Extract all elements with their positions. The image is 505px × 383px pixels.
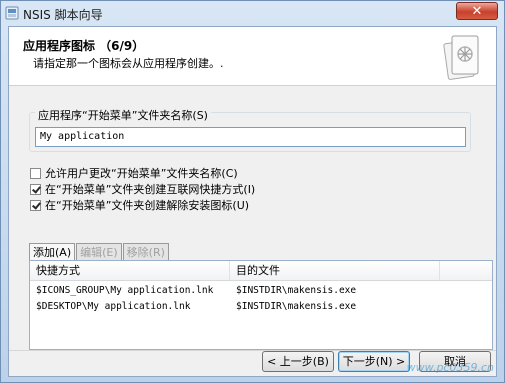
checkbox-label: 在“开始菜单”文件夹创建互联网快捷方式(I)	[45, 183, 256, 196]
allow-change-folder-checkbox[interactable]: 允许用户更改“开始菜单”文件夹名称(C)	[30, 166, 238, 180]
shortcut-tabs: 添加(A) 编辑(E) 移除(R)	[29, 243, 170, 261]
checkbox-box[interactable]	[30, 199, 41, 211]
list-item[interactable]: $DESKTOP\My application.lnk $INSTDIR\mak…	[30, 299, 492, 314]
add-button[interactable]: 添加(A)	[29, 243, 76, 260]
list-item[interactable]: $ICONS_GROUP\My application.lnk $INSTDIR…	[30, 283, 492, 298]
column-header-shortcut[interactable]: 快捷方式	[30, 261, 230, 280]
nsis-app-icon	[5, 6, 19, 20]
list-header: 快捷方式 目的文件	[30, 261, 492, 281]
checkbox-box[interactable]	[30, 183, 41, 195]
edit-button[interactable]: 编辑(E)	[76, 243, 122, 260]
create-internet-shortcut-checkbox[interactable]: 在“开始菜单”文件夹创建互联网快捷方式(I)	[30, 182, 255, 196]
wizard-client: 应用程序图标 （6/9） 请指定那一个图标会从应用程序创建。. 应用程序“开始菜…	[8, 26, 497, 377]
watermark-text: www.pc0359.cn	[406, 361, 494, 374]
title-bar: NSIS 脚本向导 ✕	[1, 1, 504, 25]
page-header: 应用程序图标 （6/9） 请指定那一个图标会从应用程序创建。.	[9, 27, 496, 86]
shortcut-cell: $ICONS_GROUP\My application.lnk	[36, 285, 214, 296]
checkbox-label: 在“开始菜单”文件夹创建解除安装图标(U)	[45, 199, 250, 212]
page-body: 应用程序“开始菜单”文件夹名称(S) My application 允许用户更改…	[9, 86, 496, 376]
back-button[interactable]: < 上一步(B)	[262, 351, 334, 372]
window-title: NSIS 脚本向导	[23, 8, 103, 22]
start-menu-folder-label: 应用程序“开始菜单”文件夹名称(S)	[35, 107, 211, 123]
remove-button[interactable]: 移除(R)	[122, 243, 169, 260]
target-cell: $INSTDIR\makensis.exe	[236, 285, 357, 296]
start-menu-folder-input[interactable]: My application	[35, 127, 466, 147]
create-uninstall-icon-checkbox[interactable]: 在“开始菜单”文件夹创建解除安装图标(U)	[30, 198, 249, 212]
page-subtitle: 请指定那一个图标会从应用程序创建。.	[33, 57, 224, 70]
target-cell: $INSTDIR\makensis.exe	[236, 301, 357, 312]
shortcut-cell: $DESKTOP\My application.lnk	[36, 301, 191, 312]
next-button[interactable]: 下一步(N) >	[338, 351, 410, 372]
shortcut-list[interactable]: 快捷方式 目的文件 $ICONS_GROUP\My application.ln…	[29, 260, 493, 350]
page-title: 应用程序图标 （6/9）	[23, 39, 145, 53]
close-button[interactable]: ✕	[456, 2, 498, 20]
application-icons-illustration	[443, 35, 479, 80]
close-icon: ✕	[471, 4, 483, 19]
checkbox-label: 允许用户更改“开始菜单”文件夹名称(C)	[45, 167, 238, 180]
checkbox-box[interactable]	[30, 167, 41, 179]
column-header-target[interactable]: 目的文件	[230, 261, 440, 280]
wizard-window: NSIS 脚本向导 ✕ 应用程序图标 （6/9） 请指定那一个图标会从应用程序创…	[0, 0, 505, 383]
